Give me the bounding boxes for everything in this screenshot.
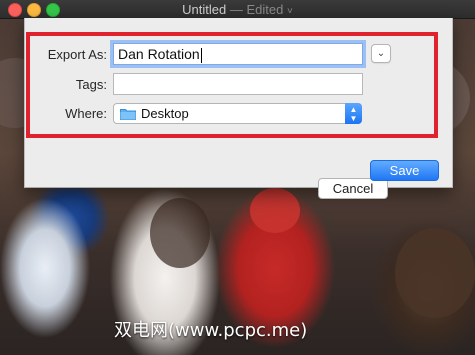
title-chevron-icon: ˅ (286, 6, 293, 17)
document-name: Untitled (182, 2, 227, 17)
watermark-text: 双电网(www.pcpc.me) (114, 320, 308, 341)
window-title[interactable]: Untitled — Edited ˅ (0, 2, 475, 17)
highlight-box (26, 32, 438, 138)
edited-status: — Edited (226, 2, 284, 17)
cancel-button[interactable]: Cancel (318, 178, 388, 199)
title-bar: Untitled — Edited ˅ (0, 0, 475, 19)
save-button[interactable]: Save (370, 160, 439, 181)
